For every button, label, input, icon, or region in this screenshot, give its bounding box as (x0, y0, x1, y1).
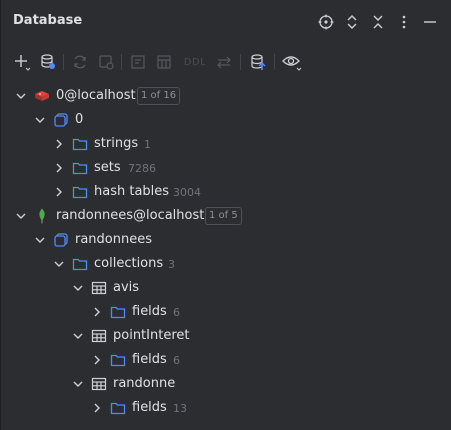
collapse-all-icon[interactable] (368, 12, 388, 32)
tree-node-schema-0[interactable]: 0 (1, 108, 451, 132)
toolbar-separator (63, 54, 64, 70)
collection-table-icon (91, 376, 107, 392)
schema-icon (53, 232, 69, 248)
crosshair-icon[interactable] (316, 12, 336, 32)
schema-sync-icon[interactable] (95, 50, 117, 74)
view-options-icon[interactable] (280, 50, 304, 74)
tree-node-label: fields (132, 400, 167, 415)
tool-window-title: Database (13, 13, 83, 28)
tree-node-collections[interactable]: collections 3 (1, 252, 451, 276)
folder-icon (110, 304, 126, 320)
ddl-label: DDL (183, 56, 207, 68)
folder-icon (110, 352, 126, 368)
chevron-right-icon[interactable] (53, 162, 65, 174)
tree-node-redis-datasource[interactable]: 0@localhost 1 of 16 (1, 84, 451, 108)
chevron-down-icon[interactable] (53, 258, 65, 270)
tree-node-label: 0@localhost (56, 88, 136, 103)
folder-icon (72, 160, 88, 176)
chevron-down-icon[interactable] (15, 90, 27, 102)
tree-node-hash-tables[interactable]: hash tables 3004 (1, 180, 451, 204)
chevron-down-icon[interactable] (15, 210, 27, 222)
tree-node-collection-pointinteret[interactable]: pointInteret (1, 324, 451, 348)
redis-icon (34, 88, 50, 104)
tree-node-label: hash tables (94, 184, 170, 199)
chevron-down-icon[interactable] (34, 234, 46, 246)
tree-node-fields[interactable]: fields 6 (1, 348, 451, 372)
jump-to-query-console-icon[interactable] (247, 50, 269, 74)
toolbar-separator (121, 54, 122, 70)
tree-node-label: fields (132, 352, 167, 367)
tree-node-fields[interactable]: fields 6 (1, 300, 451, 324)
folder-icon (72, 256, 88, 272)
tree-node-count: 1 (144, 138, 151, 151)
expand-collapse-icon[interactable] (342, 12, 362, 32)
tree-node-count: 6 (173, 354, 180, 367)
tree-node-fields[interactable]: fields 13 (1, 396, 451, 420)
toolbar-separator (274, 54, 275, 70)
folder-icon (72, 184, 88, 200)
tree-node-label: 0 (75, 112, 84, 127)
compare-icon[interactable] (213, 50, 235, 74)
ddl-button[interactable]: DDL (180, 50, 210, 74)
tree-node-label: randonnees@localhost (56, 208, 205, 223)
tool-window-header: Database (1, 0, 451, 44)
tree-node-label: randonne (113, 376, 176, 391)
tree-node-sets[interactable]: sets 7286 (1, 156, 451, 180)
toolbar-separator (240, 54, 241, 70)
tree-node-collection-randonne[interactable]: randonne (1, 372, 451, 396)
tree-node-count: 6 (173, 306, 180, 319)
tree-node-schema-randonnees[interactable]: randonnees (1, 228, 451, 252)
minimize-icon[interactable] (420, 12, 440, 32)
collection-table-icon (91, 328, 107, 344)
console-icon[interactable] (127, 50, 149, 74)
chevron-right-icon[interactable] (91, 354, 103, 366)
database-toolbar: DDL (1, 48, 451, 76)
refresh-icon[interactable] (69, 50, 91, 74)
tree-node-label: randonnees (75, 232, 153, 247)
data-source-properties-icon[interactable] (37, 50, 59, 74)
tree-node-label: sets (94, 160, 121, 175)
tree-node-label: collections (94, 256, 164, 271)
chevron-down-icon[interactable] (72, 330, 84, 342)
chevron-down-icon[interactable] (72, 282, 84, 294)
database-tool-window: Database DDL 0@localhost 1 of 16 0 strin… (0, 0, 451, 430)
schema-icon (53, 112, 69, 128)
tree-node-count: 7286 (128, 162, 156, 175)
collection-table-icon (91, 280, 107, 296)
tree-node-label: pointInteret (113, 328, 190, 343)
chevron-down-icon[interactable] (72, 378, 84, 390)
chevron-right-icon[interactable] (91, 306, 103, 318)
chevron-right-icon[interactable] (91, 402, 103, 414)
tree-node-collection-avis[interactable]: avis (1, 276, 451, 300)
chevron-down-icon[interactable] (34, 114, 46, 126)
tree-node-label: avis (113, 280, 140, 295)
tree-node-mongo-datasource[interactable]: randonnees@localhost 1 of 5 (1, 204, 451, 228)
mongodb-icon (34, 208, 50, 224)
tree-node-label: strings (94, 136, 139, 151)
tree-node-strings[interactable]: strings 1 (1, 132, 451, 156)
chevron-right-icon[interactable] (53, 138, 65, 150)
folder-icon (110, 400, 126, 416)
folder-icon (72, 136, 88, 152)
schema-count-badge[interactable]: 1 of 5 (205, 207, 242, 225)
add-icon[interactable] (11, 50, 33, 74)
table-icon[interactable] (153, 50, 175, 74)
tree-node-count: 13 (173, 402, 187, 415)
tree-node-count: 3004 (173, 186, 201, 199)
tree-node-count: 3 (168, 258, 175, 271)
more-vertical-icon[interactable] (394, 12, 414, 32)
tree-node-label: fields (132, 304, 167, 319)
schema-count-badge[interactable]: 1 of 16 (137, 87, 181, 105)
chevron-right-icon[interactable] (53, 186, 65, 198)
